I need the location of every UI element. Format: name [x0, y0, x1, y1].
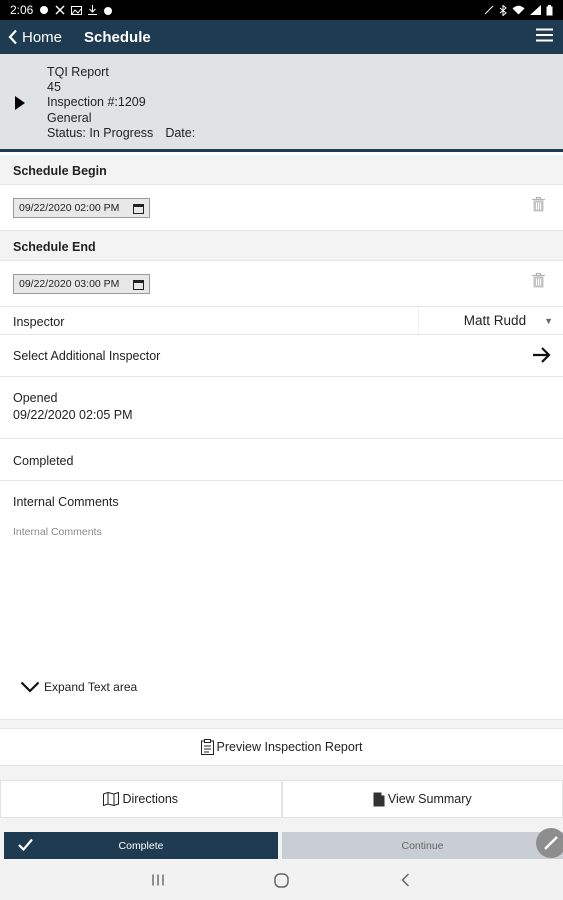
opened-value: 09/22/2020 02:05 PM [13, 408, 133, 422]
map-icon [103, 792, 120, 806]
caret-down-icon: ▼ [544, 315, 553, 326]
report-number: 45 [47, 80, 61, 95]
app-notification-icon [104, 7, 113, 15]
date-label: Date: [165, 125, 196, 140]
schedule-end-input[interactable]: 09/22/2020 03:00 PM [13, 274, 150, 294]
schedule-end-value: 09/22/2020 03:00 PM [19, 278, 120, 290]
inspection-status: Status: In Progress [47, 125, 154, 140]
trash-icon [532, 272, 545, 288]
inspection-category: General [47, 110, 92, 125]
inspector-row: Inspector Matt Rudd ▼ [0, 307, 563, 335]
schedule-begin-input[interactable]: 09/22/2020 02:00 PM [13, 198, 150, 218]
checkmark-icon [18, 838, 33, 851]
calendar-icon[interactable] [133, 279, 144, 290]
signal-icon [530, 5, 541, 15]
schedule-end-label: Schedule End [0, 231, 563, 261]
inspector-selected-value: Matt Rudd [463, 313, 527, 328]
bluetooth-icon [499, 4, 507, 16]
internal-comments-row: Internal Comments Expand Text area [0, 481, 563, 720]
recent-apps-icon [151, 874, 164, 886]
status-bar: 2:06 [0, 0, 563, 20]
complete-button[interactable]: Complete [4, 832, 278, 859]
opened-row: Opened 09/22/2020 02:05 PM [0, 377, 563, 439]
continue-button[interactable]: Continue [282, 832, 563, 859]
recent-apps-button[interactable] [146, 868, 170, 892]
internal-comments-input[interactable] [13, 526, 551, 656]
battery-icon [546, 4, 553, 15]
arrow-right-icon [533, 347, 551, 363]
hamburger-icon [536, 28, 553, 41]
edit-fab-button[interactable] [536, 828, 563, 858]
additional-inspector-arrow[interactable] [533, 347, 551, 366]
image-icon [71, 5, 83, 15]
continue-label: Continue [401, 839, 444, 852]
trash-icon [532, 196, 545, 212]
inspection-info: TQI Report 45 Inspection #:1209 General … [47, 65, 195, 141]
schedule-begin-label: Schedule Begin [0, 155, 563, 185]
complete-label: Complete [118, 839, 164, 852]
wifi-icon [512, 5, 525, 15]
expand-header-button[interactable] [14, 96, 26, 115]
preview-inspection-report-button[interactable]: Preview Inspection Report [0, 728, 563, 766]
status-line: Status: In Progress Date: [47, 126, 195, 141]
clipboard-icon [200, 739, 214, 755]
home-circle-icon [274, 872, 289, 888]
sync-icon [40, 6, 49, 14]
delete-schedule-begin-button[interactable] [532, 196, 545, 217]
completed-row: Completed [0, 439, 563, 481]
additional-inspector-label: Select Additional Inspector [13, 349, 161, 363]
download-icon [88, 5, 98, 15]
divider [0, 818, 563, 830]
chevron-left-icon [8, 29, 17, 45]
back-label: Home [22, 28, 63, 46]
inspector-label: Inspector [13, 315, 65, 329]
home-button[interactable] [270, 868, 294, 892]
inspection-number: Inspection #:1209 [47, 95, 146, 110]
schedule-begin-value: 09/22/2020 02:00 PM [19, 202, 120, 214]
opened-label: Opened [13, 391, 58, 405]
system-back-button[interactable] [394, 868, 418, 892]
chevron-down-icon [20, 681, 40, 693]
divider [0, 766, 563, 780]
calendar-icon[interactable] [133, 203, 144, 214]
inspector-select[interactable]: Matt Rudd ▼ [418, 307, 563, 334]
mute-icon [484, 5, 494, 15]
system-nav-bar [0, 860, 563, 900]
clock: 2:06 [10, 3, 34, 17]
page-title: Schedule [84, 28, 151, 46]
play-triangle-icon [15, 96, 25, 110]
additional-inspector-row[interactable]: Select Additional Inspector [0, 335, 563, 377]
bottom-action-bar: Complete Continue [0, 830, 563, 860]
inspection-header: TQI Report 45 Inspection #:1209 General … [0, 54, 563, 152]
delete-schedule-end-button[interactable] [532, 272, 545, 293]
document-icon [373, 792, 385, 806]
directions-label: Directions [122, 792, 179, 806]
app-bar: Home Schedule [0, 20, 563, 54]
action-buttons: Directions View Summary [0, 780, 563, 818]
view-summary-button[interactable]: View Summary [281, 780, 563, 818]
menu-button[interactable] [536, 28, 553, 47]
expand-text-area-button[interactable]: Expand Text area [20, 680, 137, 694]
internal-comments-label: Internal Comments [13, 495, 119, 509]
missed-call-icon [55, 5, 65, 15]
directions-button[interactable]: Directions [0, 780, 282, 818]
report-name: TQI Report [47, 65, 109, 79]
preview-label: Preview Inspection Report [216, 740, 363, 754]
divider [0, 720, 563, 728]
back-chevron-icon [401, 873, 410, 887]
schedule-end-row: 09/22/2020 03:00 PM [0, 261, 563, 307]
view-summary-label: View Summary [387, 792, 472, 806]
back-button[interactable]: Home [0, 29, 62, 46]
schedule-begin-row: 09/22/2020 02:00 PM [0, 185, 563, 231]
expand-text-area-label: Expand Text area [44, 680, 138, 694]
pencil-icon [544, 836, 558, 850]
completed-label: Completed [13, 454, 74, 468]
